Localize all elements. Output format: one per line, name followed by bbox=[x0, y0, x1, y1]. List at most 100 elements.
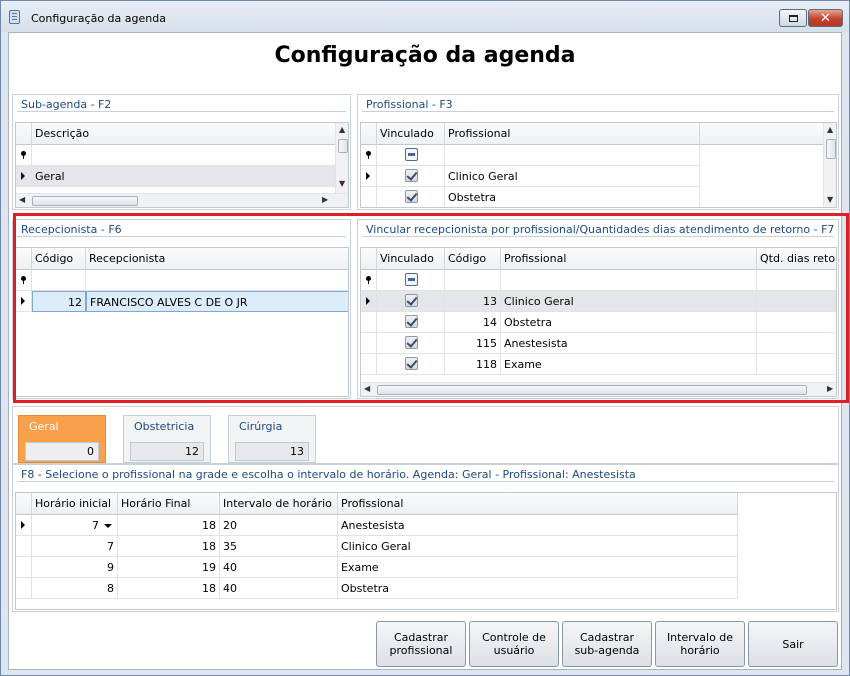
close-button[interactable]: ✕ bbox=[808, 9, 843, 27]
col-profissional[interactable]: Profissional bbox=[501, 248, 757, 270]
chevron-down-icon[interactable] bbox=[104, 524, 112, 528]
vincular-hscroll[interactable]: ◀ ▶ bbox=[361, 382, 836, 396]
table-row-profissional[interactable]: Obstetra bbox=[501, 312, 757, 333]
table-row-codigo[interactable]: 118 bbox=[445, 354, 501, 375]
col-profissional[interactable]: Profissional bbox=[338, 493, 738, 515]
table-row-profissional[interactable]: Anestesista bbox=[501, 333, 757, 354]
intervalo[interactable]: 40 bbox=[220, 557, 338, 578]
filter-checkbox[interactable] bbox=[405, 273, 418, 286]
page-title: Configuração da agenda bbox=[274, 43, 576, 68]
close-icon: ✕ bbox=[820, 10, 831, 26]
recepcionista-nome[interactable]: FRANCISCO ALVES C DE O JR bbox=[86, 291, 348, 312]
filter-icon bbox=[366, 276, 371, 284]
list-item[interactable]: Geral bbox=[32, 166, 336, 187]
profissional[interactable]: Anestesista bbox=[338, 515, 738, 536]
profissional[interactable]: Obstetra bbox=[338, 578, 738, 599]
intervalo[interactable]: 40 bbox=[220, 578, 338, 599]
profissional-vscroll[interactable]: ▲ ▼ bbox=[823, 123, 836, 207]
vinculado-checkbox[interactable] bbox=[405, 315, 418, 328]
table-row-profissional[interactable]: Clinico Geral bbox=[501, 291, 757, 312]
scroll-right-icon[interactable]: ▶ bbox=[322, 195, 328, 204]
horario-final[interactable]: 18 bbox=[118, 515, 220, 536]
title-bar: Configuração da agenda ✕ bbox=[1, 1, 849, 32]
table-row-qtd[interactable] bbox=[757, 312, 836, 333]
profissional-grid[interactable]: Vinculado Profissional Clinico Geral Obs… bbox=[360, 122, 837, 208]
col-codigo[interactable]: Código bbox=[32, 248, 86, 270]
horario-final[interactable]: 18 bbox=[118, 536, 220, 557]
intervalo[interactable]: 20 bbox=[220, 515, 338, 536]
subagenda-vscroll[interactable]: ▲ ▼ bbox=[335, 123, 348, 193]
recepcionista-panel-title: Recepcionista - F6 bbox=[21, 223, 122, 236]
controle-usuario-button[interactable]: Controle de usuário bbox=[469, 621, 559, 667]
subagenda-grid[interactable]: Descrição Geral ▲ ▼ ◀ ▶ bbox=[15, 122, 349, 208]
scroll-left-icon[interactable]: ◀ bbox=[364, 384, 370, 393]
scroll-down-icon[interactable]: ▼ bbox=[827, 195, 833, 204]
vinculado-checkbox[interactable] bbox=[405, 294, 418, 307]
horario-inicial[interactable]: 8 bbox=[32, 578, 118, 599]
filter-checkbox[interactable] bbox=[405, 148, 418, 161]
filter-profissional[interactable] bbox=[445, 145, 700, 166]
window: Configuração da agenda ✕ Configuração da… bbox=[0, 0, 850, 676]
col-codigo[interactable]: Código bbox=[445, 248, 501, 270]
filter-codigo[interactable] bbox=[32, 270, 86, 291]
filter-recepcionista[interactable] bbox=[86, 270, 348, 291]
horarios-grid[interactable]: Horário inicial Horário Final Intervalo … bbox=[15, 492, 837, 610]
col-intervalo[interactable]: Intervalo de horário bbox=[220, 493, 338, 515]
scroll-up-icon[interactable]: ▲ bbox=[827, 125, 833, 134]
horario-final[interactable]: 18 bbox=[118, 578, 220, 599]
scroll-right-icon[interactable]: ▶ bbox=[827, 384, 833, 393]
profissional-panel: Profissional - F3 Vinculado Profissional… bbox=[357, 94, 839, 210]
profissional[interactable]: Exame bbox=[338, 557, 738, 578]
table-row-qtd[interactable] bbox=[757, 333, 836, 354]
vinculado-checkbox[interactable] bbox=[405, 190, 418, 203]
tile-geral[interactable]: Geral 0 bbox=[18, 415, 106, 463]
table-row-codigo[interactable]: 115 bbox=[445, 333, 501, 354]
recepcionista-codigo[interactable]: 12 bbox=[32, 291, 86, 312]
intervalo-horario-button[interactable]: Intervalo de horário bbox=[655, 621, 745, 667]
row-indicator-icon bbox=[366, 172, 370, 180]
col-horario-inicial[interactable]: Horário inicial bbox=[32, 493, 118, 515]
vinculado-checkbox[interactable] bbox=[405, 169, 418, 182]
row-indicator-icon bbox=[21, 521, 25, 529]
sair-button[interactable]: Sair bbox=[748, 621, 838, 667]
app-icon bbox=[9, 10, 20, 24]
tile-obstetricia[interactable]: Obstetricia 12 bbox=[123, 415, 211, 463]
cadastrar-profissional-button[interactable]: Cadastrar profissional bbox=[376, 621, 466, 667]
table-row-qtd[interactable] bbox=[757, 291, 836, 312]
col-vinculado[interactable]: Vinculado bbox=[377, 123, 445, 145]
subagenda-hscroll[interactable]: ◀ ▶ bbox=[16, 193, 348, 207]
horario-inicial[interactable]: 7 bbox=[32, 536, 118, 557]
col-horario-final[interactable]: Horário Final bbox=[118, 493, 220, 515]
col-descricao[interactable]: Descrição bbox=[32, 123, 336, 145]
horario-inicial[interactable]: 9 bbox=[32, 557, 118, 578]
horario-final[interactable]: 19 bbox=[118, 557, 220, 578]
scroll-left-icon[interactable]: ◀ bbox=[19, 195, 25, 204]
horarios-panel-title: F8 - Selecione o profissional na grade e… bbox=[21, 468, 636, 481]
table-row-codigo[interactable]: 13 bbox=[445, 291, 501, 312]
recepcionista-grid[interactable]: Código Recepcionista 12 FRANCISCO ALVES … bbox=[15, 247, 349, 397]
vinculado-checkbox[interactable] bbox=[405, 336, 418, 349]
table-row[interactable]: Clinico Geral bbox=[445, 166, 700, 187]
table-row-codigo[interactable]: 14 bbox=[445, 312, 501, 333]
vinculado-checkbox[interactable] bbox=[405, 357, 418, 370]
restore-button[interactable] bbox=[779, 9, 807, 27]
col-profissional[interactable]: Profissional bbox=[445, 123, 700, 145]
table-row[interactable]: Obstetra bbox=[445, 187, 700, 207]
filter-descricao[interactable] bbox=[32, 145, 336, 166]
col-vinculado[interactable]: Vinculado bbox=[377, 248, 445, 270]
profissional[interactable]: Clinico Geral bbox=[338, 536, 738, 557]
col-qtd-dias-retorno[interactable]: Qtd. dias retorno bbox=[757, 248, 836, 270]
intervalo[interactable]: 35 bbox=[220, 536, 338, 557]
table-row-profissional[interactable]: Exame bbox=[501, 354, 757, 375]
scroll-down-icon[interactable]: ▼ bbox=[339, 179, 345, 188]
scroll-up-icon[interactable]: ▲ bbox=[339, 125, 345, 134]
filter-icon bbox=[21, 276, 26, 284]
col-recepcionista[interactable]: Recepcionista bbox=[86, 248, 348, 270]
row-indicator-icon bbox=[21, 172, 25, 180]
cadastrar-subagenda-button[interactable]: Cadastrar sub-agenda bbox=[562, 621, 652, 667]
subagenda-tiles: Geral 0 Obstetricia 12 Cirúrgia 13 bbox=[12, 406, 839, 464]
vincular-grid[interactable]: Vinculado Código Profissional Qtd. dias … bbox=[360, 247, 837, 397]
row-indicator-icon bbox=[366, 297, 370, 305]
tile-cirurgia[interactable]: Cirúrgia 13 bbox=[228, 415, 316, 463]
table-row-qtd[interactable] bbox=[757, 354, 836, 375]
